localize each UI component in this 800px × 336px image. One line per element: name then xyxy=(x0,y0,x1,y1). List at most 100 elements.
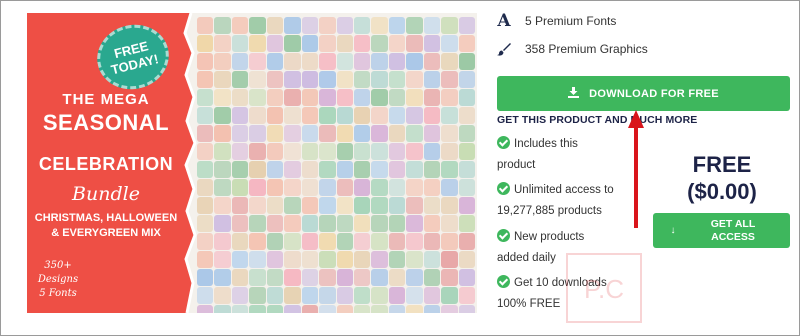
preview-thumbnail xyxy=(458,89,475,106)
download-icon xyxy=(568,86,580,101)
preview-thumbnail xyxy=(319,179,336,196)
preview-thumbnail xyxy=(353,305,371,313)
preview-thumbnail xyxy=(319,89,336,106)
preview-thumbnail xyxy=(319,143,336,160)
preview-thumbnail xyxy=(388,161,406,178)
preview-thumbnail xyxy=(249,287,266,304)
preview-thumbnail xyxy=(319,197,336,214)
preview-thumbnail xyxy=(353,125,371,142)
preview-thumbnail xyxy=(197,161,214,178)
preview-thumbnail xyxy=(458,269,475,286)
preview-thumbnail xyxy=(197,143,214,160)
preview-thumbnail xyxy=(197,179,214,196)
preview-thumbnail xyxy=(301,125,319,142)
feature-line-2: added daily xyxy=(497,252,556,264)
preview-thumbnail xyxy=(336,71,353,88)
download-for-free-button[interactable]: DOWNLOAD FOR FREE xyxy=(497,76,790,111)
preview-thumbnail xyxy=(266,107,284,124)
preview-thumbnail xyxy=(336,215,353,232)
access-label-line-2: ACCESS xyxy=(711,230,755,243)
preview-thumbnail xyxy=(231,269,249,286)
preview-thumbnail xyxy=(458,35,475,52)
preview-thumbnail xyxy=(353,143,371,160)
preview-thumbnail xyxy=(336,17,353,34)
preview-thumbnail xyxy=(266,17,284,34)
preview-thumbnail xyxy=(284,17,301,34)
preview-thumbnail xyxy=(441,17,458,34)
preview-thumbnail xyxy=(266,125,284,142)
preview-thumbnail xyxy=(197,125,214,142)
preview-thumbnail xyxy=(231,233,249,250)
preview-thumbnail xyxy=(388,53,406,70)
preview-thumbnail xyxy=(214,233,231,250)
preview-thumbnail xyxy=(441,197,458,214)
preview-thumbnail xyxy=(388,287,406,304)
preview-thumbnail xyxy=(231,71,249,88)
preview-thumbnail xyxy=(197,197,214,214)
preview-thumbnail xyxy=(336,251,353,268)
designs-line-2: 5 Fonts xyxy=(39,288,77,299)
preview-thumbnail xyxy=(353,35,371,52)
check-icon xyxy=(497,136,510,149)
preview-thumbnail xyxy=(371,215,388,232)
check-icon xyxy=(497,229,510,242)
preview-thumbnail xyxy=(214,269,231,286)
preview-thumbnail xyxy=(441,71,458,88)
check-icon xyxy=(497,275,510,288)
preview-thumbnail xyxy=(406,125,423,142)
preview-thumbnail xyxy=(353,197,371,214)
preview-thumbnail xyxy=(458,305,475,313)
preview-thumbnail xyxy=(214,161,231,178)
preview-thumbnail xyxy=(197,71,214,88)
product-image[interactable]: FREE TODAY! THE MEGA SEASONAL CELEBRATIO… xyxy=(27,13,477,313)
preview-thumbnail xyxy=(266,143,284,160)
preview-thumbnail xyxy=(231,161,249,178)
preview-thumbnail xyxy=(388,35,406,52)
preview-thumbnail xyxy=(423,107,441,124)
preview-thumbnail xyxy=(284,197,301,214)
preview-thumbnail xyxy=(406,233,423,250)
get-product-link[interactable]: GET THIS PRODUCT AND MUCH MORE xyxy=(497,114,697,126)
preview-thumbnail xyxy=(458,17,475,34)
preview-thumbnail xyxy=(284,35,301,52)
preview-thumbnail xyxy=(353,17,371,34)
preview-thumbnail xyxy=(249,179,266,196)
get-all-access-button[interactable]: ↓ GET ALL ACCESS xyxy=(653,213,790,248)
preview-thumbnail xyxy=(301,287,319,304)
preview-thumbnail xyxy=(214,35,231,52)
preview-thumbnail xyxy=(441,215,458,232)
preview-thumbnail xyxy=(301,251,319,268)
product-details: A 5 Premium Fonts 358 Premium Graphics D… xyxy=(497,0,797,336)
preview-thumbnail xyxy=(214,89,231,106)
preview-thumbnail xyxy=(266,233,284,250)
preview-thumbnail xyxy=(406,179,423,196)
preview-thumbnail xyxy=(214,197,231,214)
feature-line-1: New products xyxy=(514,231,585,243)
preview-thumbnail xyxy=(319,287,336,304)
preview-thumbnail xyxy=(197,53,214,70)
preview-thumbnail xyxy=(423,233,441,250)
preview-thumbnail xyxy=(197,215,214,232)
preview-thumbnail xyxy=(423,251,441,268)
preview-thumbnail xyxy=(284,215,301,232)
preview-thumbnail xyxy=(284,233,301,250)
preview-thumbnail xyxy=(441,125,458,142)
preview-thumbnail xyxy=(231,305,249,313)
preview-thumbnail xyxy=(336,143,353,160)
watermark-text: P.C xyxy=(584,274,624,304)
product-preview-grid xyxy=(197,17,475,313)
feature-item: Includes this product xyxy=(497,134,642,176)
preview-thumbnail xyxy=(388,305,406,313)
preview-thumbnail xyxy=(214,305,231,313)
preview-thumbnail xyxy=(371,269,388,286)
designs-count: 350+ Designs 5 Fonts xyxy=(33,259,83,301)
preview-thumbnail xyxy=(441,305,458,313)
product-subtitle-line-2: & EVERYGREEN MIX xyxy=(51,227,161,239)
preview-thumbnail xyxy=(284,269,301,286)
preview-thumbnail xyxy=(371,287,388,304)
feature-line-2: 19,277,885 products xyxy=(497,205,602,217)
preview-thumbnail xyxy=(319,71,336,88)
preview-thumbnail xyxy=(336,269,353,286)
preview-thumbnail xyxy=(406,215,423,232)
preview-thumbnail xyxy=(388,125,406,142)
